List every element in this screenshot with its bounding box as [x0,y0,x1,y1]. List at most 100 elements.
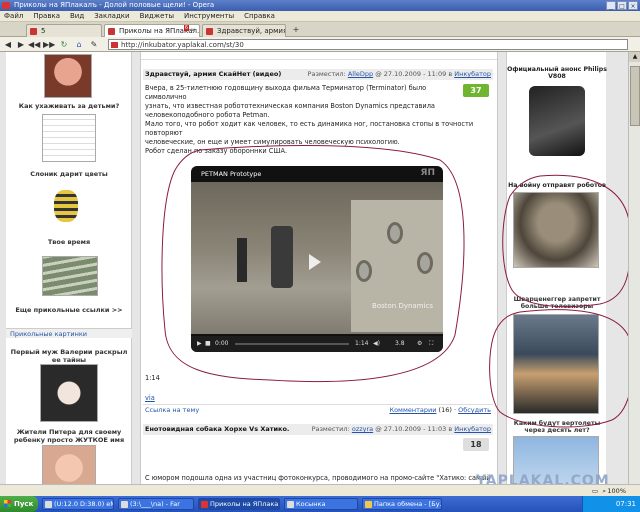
score-badge[interactable]: 18 [463,438,489,451]
woman-photo[interactable] [40,364,98,422]
seek-bar[interactable] [235,343,349,345]
page-content: Как ухаживать за детьми? Слоник дарит цв… [0,52,640,496]
tab-2[interactable]: Здравствуй, армия ... [202,24,286,37]
close-tab-icon[interactable]: × [189,27,197,35]
author-link[interactable]: AlleDpp [348,70,373,78]
time-total: 1:14 [355,340,369,347]
forward-icon[interactable]: ▶ [15,39,27,50]
menu-file[interactable]: Файл [4,11,23,21]
task-emule[interactable]: (U:12.0 D:38.0) eMul... [42,498,114,510]
fullscreen-icon[interactable]: ⛶ [429,336,433,352]
task-label: Папка обмена - [Бу... [374,500,442,508]
topic-link[interactable]: Ссылка на тему [145,405,199,416]
task-folder[interactable]: Папка обмена - [Бу... [362,498,442,510]
play-icon[interactable] [309,254,321,270]
post-meta: Разместил: ozzyra @ 27.10.2009 - 11:03 в… [312,424,491,435]
page-icon [30,28,37,35]
start-button[interactable]: Пуск [0,496,38,512]
post-title[interactable]: Енотовидная собака Хорхе Vs Хатико. [145,425,289,433]
window-titlebar: Приколы на ЯПлакалъ - Долой половые щели… [0,0,640,11]
minimize-button[interactable]: _ [606,1,616,10]
home-icon[interactable]: ⌂ [73,39,85,50]
volume-icon[interactable]: ◀) [373,336,380,352]
opera-icon [2,2,10,9]
right-link-3[interactable]: Каким будут вертолеты через десять лет? [507,420,607,434]
task-solitaire[interactable]: Косынка [284,498,358,510]
windows-flag-icon [4,500,11,507]
task-label: Приколы на ЯПлака... [210,500,280,508]
right-link-0[interactable]: Официальный анонс Philips V808 [507,66,607,80]
address-field[interactable]: http://inkubator.yaplakal.com/st/30 [108,39,628,50]
separator: · [453,406,457,414]
stop-icon[interactable]: ■ [205,336,211,352]
terminator-image[interactable] [513,192,599,268]
window-controls: _ □ × [606,1,638,10]
menu-edit[interactable]: Правка [33,11,60,21]
left-link-0[interactable]: Как ухаживать за детьми? [6,102,132,110]
main-column: Здравствуй, армия СкайНет (видео) Размес… [140,52,498,496]
app-icon [121,501,128,508]
video-player[interactable]: PETMAN Prototype ЯП Boston Dynamics ▶ ■ … [191,166,443,352]
posted-label: Разместил: [311,425,350,433]
post-line: человекоподобного робота Petman. [145,111,270,119]
tab-1[interactable]: Приколы на ЯПлакал... 6 × [104,24,200,37]
left-link-2[interactable]: Твое время [6,238,132,246]
post-footer: Ссылка на тему Комментарии (16) · Обсуди… [143,404,493,415]
settings-icon[interactable]: ⚙ [417,336,422,352]
post-line: человеческие, он еще и умеет симулироват… [145,138,400,146]
phone-image[interactable] [529,86,585,156]
score-badge[interactable]: 37 [463,84,489,97]
url-text: http://inkubator.yaplakal.com/st/30 [121,41,244,49]
discuss-link[interactable]: Обсудить [458,406,491,414]
left-link-1[interactable]: Слоник дарит цветы [6,170,132,178]
right-link-2[interactable]: Шварценеггер запретит больше телевизоры [507,296,607,310]
reload-icon[interactable]: ↻ [58,39,70,50]
video-frame: Boston Dynamics [191,182,443,334]
picture-caption-1[interactable]: Жители Питера для своему ребенку просто … [6,428,132,444]
scroll-thumb[interactable] [630,66,640,126]
author-link[interactable]: ozzyra [352,425,373,433]
back-icon[interactable]: ◀ [2,39,14,50]
new-tab-icon[interactable]: + [290,24,302,35]
fast-forward-icon[interactable]: ▶▶ [43,39,55,50]
child-photo[interactable] [44,54,92,98]
scroll-up-icon[interactable]: ▲ [629,52,640,62]
play-pause-icon[interactable]: ▶ [197,336,202,352]
post-line: Вчера, в 25-тилетнюю годовщину выхода фи… [145,84,427,101]
close-button[interactable]: × [628,1,638,10]
post-body: Вчера, в 25-тилетнюю годовщину выхода фи… [145,84,473,156]
picture-caption-0[interactable]: Первый муж Валерии раскрыл ее тайны [6,348,132,364]
section-link[interactable]: Инкубатор [454,70,491,78]
menu-help[interactable]: Справка [244,11,275,21]
vertical-scrollbar[interactable]: ▲ [628,52,640,496]
right-link-1[interactable]: На войну отправят роботов [507,182,607,189]
post-date: @ 27.10.2009 - 11:09 [375,70,447,78]
tab-bar: ✕ ▤ 5 Приколы на ЯПлакал... 6 × Здравств… [0,22,640,55]
task-opera[interactable]: Приколы на ЯПлака... [198,498,280,510]
post-title[interactable]: Здравствуй, армия СкайНет (видео) [145,70,281,78]
wand-icon[interactable]: ✎ [88,39,100,50]
elephant-image[interactable] [54,190,78,222]
money-image[interactable] [42,256,98,296]
rewind-icon[interactable]: ◀◀ [28,39,40,50]
menu-widgets[interactable]: Виджеты [140,11,174,21]
task-label: (3:\___\na) - Far [130,500,180,508]
menu-bookmarks[interactable]: Закладки [94,11,129,21]
section-header: Прикольные картинки [6,328,132,338]
tab-0[interactable]: 5 [26,24,102,37]
menu-tools[interactable]: Инструменты [184,11,234,21]
section-link[interactable]: Инкубатор [454,425,491,433]
task-far[interactable]: (3:\___\na) - Far [118,498,194,510]
schwarzenegger-image[interactable] [513,314,599,414]
instruction-image[interactable] [42,114,96,162]
comments-link[interactable]: Комментарии [389,406,436,414]
via-link[interactable]: via [145,394,155,403]
right-sidebar: Официальный анонс Philips V808 На войну … [506,52,607,496]
more-links[interactable]: Еще прикольные ссылки >> [6,306,132,314]
clock[interactable]: 07:31 [616,500,636,508]
maximize-button[interactable]: □ [617,1,627,10]
post-header: Здравствуй, армия СкайНет (видео) Размес… [143,69,493,80]
menu-view[interactable]: Вид [70,11,84,21]
post-header: Енотовидная собака Хорхе Vs Хатико. Разм… [143,424,493,435]
baby-photo[interactable] [42,445,96,487]
